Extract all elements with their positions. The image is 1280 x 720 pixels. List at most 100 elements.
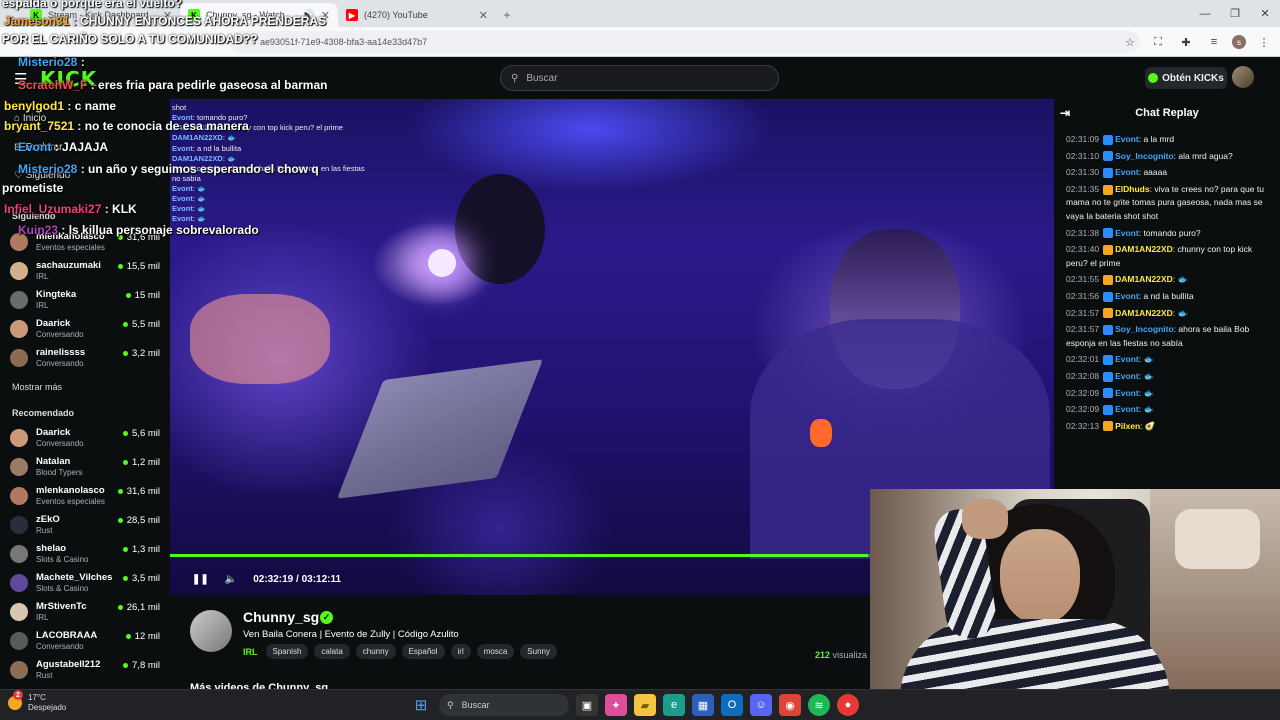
close-window-icon[interactable]: ✕ <box>1250 0 1280 27</box>
chat-username[interactable]: Evont <box>1115 291 1139 301</box>
chat-username[interactable]: DAM1AN22XD <box>1115 308 1173 318</box>
streamer-name[interactable]: Chunny_sg <box>243 609 319 625</box>
spotify-icon[interactable]: ≋ <box>808 694 830 716</box>
stream-tag[interactable]: mosca <box>476 644 515 659</box>
streamer-avatar[interactable] <box>190 610 232 652</box>
tab-search-icon[interactable]: ⌄ <box>0 3 22 27</box>
sidebar-channel[interactable]: MrStivenTc IRL 26,1 mil <box>10 601 160 629</box>
overlay-chat-line: Evont: 🐟 <box>172 194 372 204</box>
sidebar-channel[interactable]: LACOBRAAA Conversando 12 mil <box>10 630 160 658</box>
edge-icon[interactable]: e <box>663 694 685 716</box>
weather-text: 17°C Despejado <box>28 693 66 713</box>
stream-tag[interactable]: Español <box>401 644 445 659</box>
sidebar-item-home[interactable]: ⌂ Inicio <box>14 113 46 124</box>
copilot-icon[interactable]: ✦ <box>605 694 627 716</box>
discord-icon[interactable]: ☺ <box>750 694 772 716</box>
sidebar-item-explore[interactable]: ⊟ Explorar <box>14 142 62 153</box>
chat-username[interactable]: Soy_Incognito <box>1115 151 1174 161</box>
puzzle-icon[interactable]: ✚ <box>1176 32 1196 52</box>
channel-name: Daarick <box>36 318 71 329</box>
overlay-chat-line: Soy_Incognito: ahora se baila Bob esponj… <box>172 164 372 184</box>
windows-start-icon[interactable]: ⊞ <box>410 694 432 716</box>
channel-avatar <box>10 545 28 563</box>
stream-tag[interactable]: Spanish <box>265 644 309 659</box>
chat-text: aaaaa <box>1143 167 1168 178</box>
chat-username[interactable]: Evont <box>1115 404 1139 414</box>
chat-username[interactable]: Evont <box>1115 388 1139 398</box>
pause-icon[interactable]: ❚❚ <box>192 574 209 585</box>
chat-message: 02:31:40 DAM1AN22XD: chunny con top kick … <box>1066 243 1274 270</box>
chat-username[interactable]: Evont <box>1115 167 1139 177</box>
sidebar-channel[interactable]: Daarick Conversando 5,6 mil <box>10 427 160 455</box>
sidebar-channel[interactable]: Daarick Conversando 5,5 mil <box>10 318 160 346</box>
url-field[interactable]: ae93051f-71e9-4308-bfa3-aa14e33d47b7 <box>230 31 1140 53</box>
sidebar-channel[interactable]: rainelissss Conversando 3,2 mil <box>10 347 160 375</box>
chat-username[interactable]: Soy_Incognito <box>1115 324 1174 334</box>
stream-tag[interactable]: calata <box>314 644 350 659</box>
sidebar-channel[interactable]: zEkO Rust 28,5 mil <box>10 514 160 542</box>
tab-kick-dashboard[interactable]: K Stream - Kick Dashboard ✕ <box>22 3 180 27</box>
sidebar-channel[interactable]: sachauzumaki IRL 15,5 mil <box>10 260 160 288</box>
user-badge-icon <box>1103 388 1114 399</box>
chrome-icon[interactable]: ◉ <box>779 694 801 716</box>
sidebar-channel[interactable]: Natalan Blood Typers 1,2 mil <box>10 456 160 484</box>
chat-username[interactable]: DAM1AN22XD <box>1115 244 1173 254</box>
chat-messages: 02:31:09 Evont: a la mrd 02:31:10 Soy_Incog… <box>1054 127 1280 433</box>
chat-username[interactable]: Evont <box>1115 228 1139 238</box>
taskbar-search[interactable]: ⚲ Buscar <box>439 694 569 716</box>
hamburger-menu-icon[interactable]: ☰ <box>14 70 27 88</box>
chat-username[interactable]: DAM1AN22XD <box>1115 274 1173 284</box>
sidebar-channel[interactable]: Machete_Vilches Slots & Casino 3,5 mil <box>10 572 160 600</box>
search-icon: ⚲ <box>511 72 519 84</box>
chat-timestamp: 02:32:09 <box>1066 404 1100 415</box>
kick-logo[interactable]: KICK <box>40 67 97 91</box>
menu-dots-icon[interactable]: ⋮ <box>1254 32 1274 52</box>
close-tab-icon[interactable]: ✕ <box>479 9 488 22</box>
store-icon[interactable]: ▦ <box>692 694 714 716</box>
outlook-icon[interactable]: O <box>721 694 743 716</box>
app-icon[interactable]: ● <box>837 694 859 716</box>
chat-username[interactable]: Evont <box>1115 371 1139 381</box>
category-link[interactable]: IRL <box>243 647 258 657</box>
search-input[interactable]: ⚲ Buscar <box>500 65 779 91</box>
media-icon[interactable]: ≡ <box>1204 32 1224 52</box>
sidebar-channel[interactable]: Kingteka IRL 15 mil <box>10 289 160 317</box>
tab-chunny-vod[interactable]: K Chunny_sg - Watch the VOD 🔊 ✕ <box>180 3 338 27</box>
new-tab-icon[interactable]: + <box>496 3 518 27</box>
kick-favicon-icon: K <box>188 9 200 21</box>
weather-widget[interactable]: 2 17°C Despejado <box>8 690 66 713</box>
sidebar-channel[interactable]: shelao Slots & Casino 1,3 mil <box>10 543 160 571</box>
get-kicks-button[interactable]: Obtén KICKs <box>1145 67 1227 89</box>
stream-tag[interactable]: irl <box>450 644 471 659</box>
speaker-icon[interactable]: 🔊 <box>301 9 315 22</box>
sidebar-channel[interactable]: Agustabell212 Rust 7,8 mil <box>10 659 160 687</box>
chat-timestamp: 02:31:57 <box>1066 307 1100 318</box>
file-explorer-icon[interactable]: ▰ <box>634 694 656 716</box>
sidebar-item-following[interactable]: ♡ Siguiendo <box>14 170 70 181</box>
stream-tag[interactable]: Sunny <box>520 644 557 659</box>
close-tab-icon[interactable]: ✕ <box>163 9 172 22</box>
close-tab-icon[interactable]: ✕ <box>321 9 330 22</box>
sidebar-channel[interactable]: mlenkanolasco Eventos especiales 31,6 mil <box>10 485 160 513</box>
maximize-icon[interactable]: ❐ <box>1220 0 1250 27</box>
show-more-link[interactable]: Mostrar más <box>12 382 62 392</box>
extension-icon[interactable]: ⛶ <box>1148 32 1168 52</box>
chat-text: 🐟 <box>1143 387 1155 398</box>
collapse-chat-icon[interactable]: ⇥ <box>1060 106 1070 120</box>
minimize-icon[interactable]: — <box>1190 0 1220 27</box>
chat-username[interactable]: ElDhuds <box>1115 184 1149 194</box>
chat-text: 🥑 <box>1144 420 1156 431</box>
sidebar-channel[interactable]: mlenkanolasco Eventos especiales 31,6 mil <box>10 231 160 259</box>
task-view-icon[interactable]: ▣ <box>576 694 598 716</box>
kicks-coin-icon <box>1148 73 1159 83</box>
volume-icon[interactable]: 🔈 <box>225 574 237 585</box>
profile-avatar[interactable]: s <box>1232 35 1246 49</box>
stream-tag[interactable]: chunny <box>355 644 396 659</box>
tab-youtube[interactable]: ▶ (4270) YouTube ✕ <box>338 3 496 27</box>
bookmark-star-icon[interactable]: ☆ <box>1120 32 1140 52</box>
user-avatar[interactable] <box>1232 66 1254 88</box>
channel-category: Slots & Casino <box>36 555 89 564</box>
chat-username[interactable]: Evont <box>1115 134 1139 144</box>
chat-username[interactable]: Pilxen <box>1115 421 1140 431</box>
chat-username[interactable]: Evont <box>1115 354 1139 364</box>
